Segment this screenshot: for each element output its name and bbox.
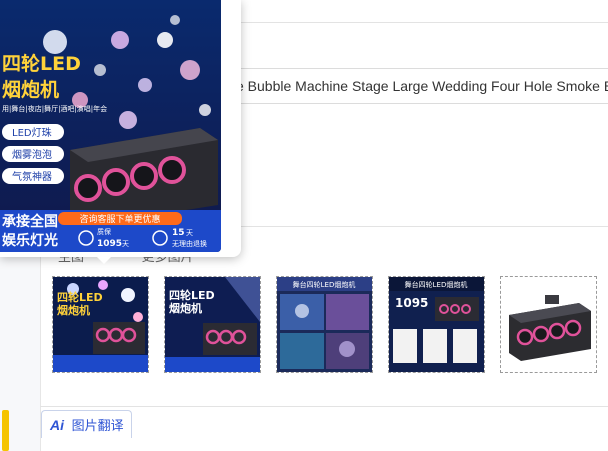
thumbnail-3[interactable]: 舞台四轮LED烟炮机 [276,276,373,373]
preview-headline-2: 烟炮机 [2,78,59,101]
popup-arrow [96,256,112,264]
image-translate-label: 图片翻译 [71,418,124,433]
thumb-headline: 四轮LED [57,290,103,304]
preview-contact-banner: 咨询客服下单更优惠 [79,213,160,225]
preview-headline-1: 四轮LED [2,52,81,75]
ai-icon: Ai [50,417,64,433]
preview-bottom-left-2: 娱乐灯光 [2,232,58,249]
preview-warranty-value: 1095 [97,239,122,249]
preview-warranty-unit: 天 [122,240,129,248]
divider-line [40,406,608,407]
preview-feature: 烟雾泡泡 [12,148,52,161]
thumbnail-1[interactable]: 四轮LED 烟炮机 [52,276,149,373]
thumb-headline: 烟炮机 [169,301,202,315]
image-translate-button[interactable]: Ai 图片翻译 [41,410,132,438]
thumbnail-5-image [501,277,596,372]
preview-warranty-label: 质保 [97,227,111,236]
image-preview-popup: 四轮LED 烟炮机 用|舞台|夜店|舞厅|酒吧|演唱|年会 LED灯珠 烟雾泡泡… [0,0,241,257]
preview-return-value: 15 [172,228,185,238]
thumbnail-1-image: 四轮LED 烟炮机 [53,277,148,372]
preview-bottom-left-1: 承接全国 [2,213,58,230]
thumb-title: 舞台四轮LED烟炮机 [293,280,356,289]
preview-return-label: 无理由退换 [172,239,207,248]
preview-image-art: 四轮LED 烟炮机 用|舞台|夜店|舞厅|酒吧|演唱|年会 LED灯珠 烟雾泡泡… [0,0,221,252]
thumbnail-5[interactable] [500,276,597,373]
product-title-field[interactable]: e Bubble Machine Stage Large Wedding Fou… [236,68,608,104]
preview-feature: 气氛神器 [12,170,52,183]
thumb-headline: 烟炮机 [57,303,90,317]
thumbnail-4[interactable]: 舞台四轮LED烟炮机 1095 [388,276,485,373]
preview-feature: LED灯珠 [12,126,52,139]
divider-line [236,226,608,227]
product-title-text: e Bubble Machine Stage Large Wedding Fou… [236,78,608,94]
thumbnail-2[interactable]: 四轮LED 烟炮机 [164,276,261,373]
thumbnail-4-image: 舞台四轮LED烟炮机 1095 [389,277,484,372]
preview-usage-line: 用|舞台|夜店|舞厅|酒吧|演唱|年会 [2,104,107,113]
preview-return-unit: 天 [186,229,193,237]
divider-line [236,22,608,23]
thumb-title: 舞台四轮LED烟炮机 [405,280,468,289]
preview-image: 四轮LED 烟炮机 用|舞台|夜店|舞厅|酒吧|演唱|年会 LED灯珠 烟雾泡泡… [0,0,221,252]
thumb-headline: 四轮LED [169,288,215,302]
rail-accent [2,410,9,451]
thumbnail-strip: 四轮LED 烟炮机 四轮LED 烟炮机 舞台四轮LED烟炮机 舞台四轮LED烟炮… [52,276,608,373]
thumbnail-3-image: 舞台四轮LED烟炮机 [277,277,372,372]
thumb-number: 1095 [395,296,428,310]
thumbnail-2-image: 四轮LED 烟炮机 [165,277,260,372]
